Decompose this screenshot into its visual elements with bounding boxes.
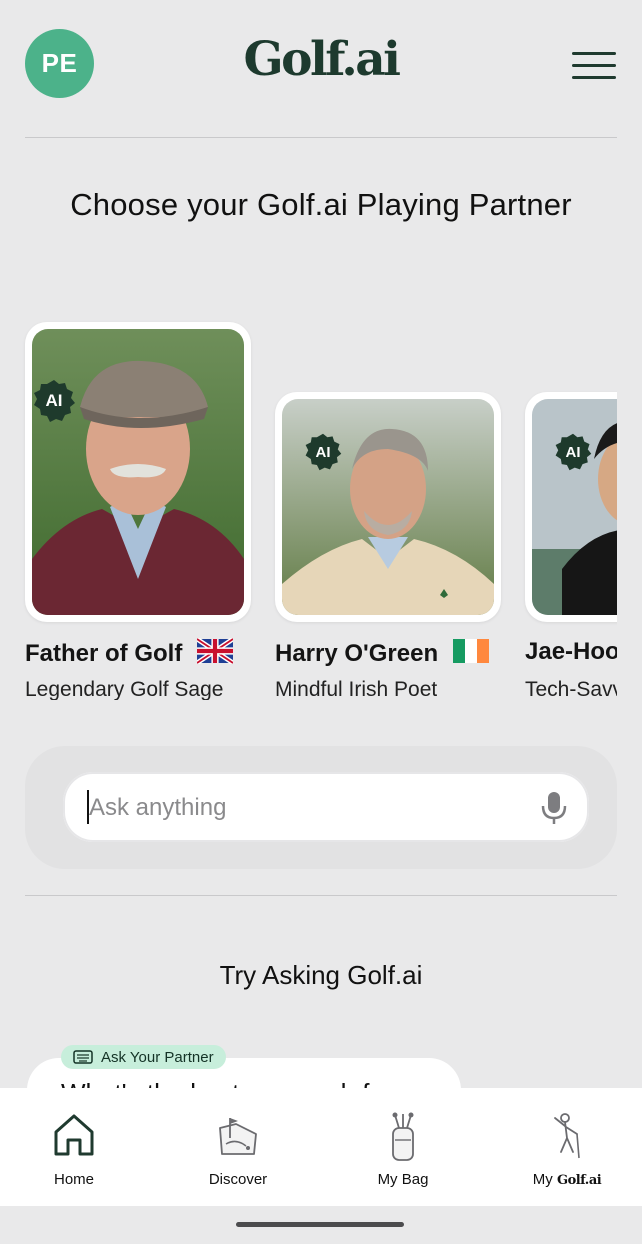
microphone-icon[interactable] bbox=[539, 790, 569, 826]
suggestion-tag: Ask Your Partner bbox=[61, 1045, 226, 1069]
ai-badge-icon: AI bbox=[31, 378, 77, 424]
keyboard-icon bbox=[73, 1050, 93, 1064]
partner-subtitle: Mindful Irish Poet bbox=[275, 678, 438, 700]
ask-input-container[interactable] bbox=[63, 772, 589, 842]
partner-name: Harry O'Green bbox=[275, 638, 489, 668]
home-indicator bbox=[236, 1222, 404, 1227]
ai-badge-label: AI bbox=[45, 391, 63, 410]
nav-my-golfai-label: My Golf.ai bbox=[532, 1171, 602, 1188]
partner-card-father-of-golf[interactable]: AI Father of Golf Legendary Golf Sage bbox=[25, 322, 255, 702]
partner-card-jae-hoo[interactable]: AI Jae-Hoo Tech-Savv bbox=[525, 392, 617, 702]
uk-flag-icon bbox=[197, 638, 233, 664]
nav-my-bag-label: My Bag bbox=[377, 1171, 429, 1188]
partner-photo-frame bbox=[275, 392, 501, 622]
ireland-flag-icon bbox=[452, 639, 489, 663]
partner-photo-frame bbox=[525, 392, 617, 622]
suggestions-title: Try Asking Golf.ai bbox=[219, 960, 423, 990]
nav-home[interactable]: Home bbox=[0, 1088, 154, 1206]
partner-name: Jae-Hoo bbox=[525, 638, 617, 665]
ask-input[interactable] bbox=[87, 788, 521, 828]
ai-badge-icon: AI bbox=[303, 432, 343, 472]
partner-subtitle: Tech-Savv bbox=[525, 678, 617, 700]
partner-photo-frame bbox=[25, 322, 251, 622]
ai-badge-label: AI bbox=[565, 443, 581, 461]
partner-subtitle: Legendary Golf Sage bbox=[25, 678, 224, 700]
ai-badge-label: AI bbox=[315, 443, 331, 461]
golf-bag-icon bbox=[392, 1112, 414, 1161]
suggestion-tag-label: Ask Your Partner bbox=[101, 1048, 214, 1066]
partner-photo bbox=[32, 329, 244, 615]
nav-my-golfai[interactable]: My Golf.ai bbox=[487, 1088, 642, 1206]
ask-panel bbox=[25, 746, 617, 869]
nav-my-bag[interactable]: My Bag bbox=[323, 1088, 483, 1206]
course-map-icon bbox=[219, 1118, 257, 1155]
section-divider bbox=[25, 895, 617, 896]
nav-discover-label: Discover bbox=[208, 1171, 268, 1188]
home-icon bbox=[54, 1114, 94, 1156]
hamburger-menu-icon[interactable] bbox=[572, 50, 617, 80]
app-logo: Golf.ai bbox=[243, 32, 401, 87]
bottom-nav: Home Discover My Bag My Golf.ai bbox=[0, 1088, 642, 1206]
page-title: Choose your Golf.ai Playing Partner bbox=[70, 187, 572, 222]
partner-card-harry-ogreen[interactable]: AI Harry O'Green Mindful Irish Poet bbox=[275, 392, 515, 702]
golfer-icon bbox=[554, 1113, 580, 1159]
partner-carousel[interactable]: AI Father of Golf Legendary Golf Sage AI… bbox=[0, 320, 617, 710]
partner-name: Father of Golf bbox=[25, 638, 233, 668]
nav-home-label: Home bbox=[53, 1171, 94, 1188]
header-divider bbox=[25, 137, 617, 138]
nav-discover[interactable]: Discover bbox=[158, 1088, 318, 1206]
ai-badge-icon: AI bbox=[553, 432, 593, 472]
